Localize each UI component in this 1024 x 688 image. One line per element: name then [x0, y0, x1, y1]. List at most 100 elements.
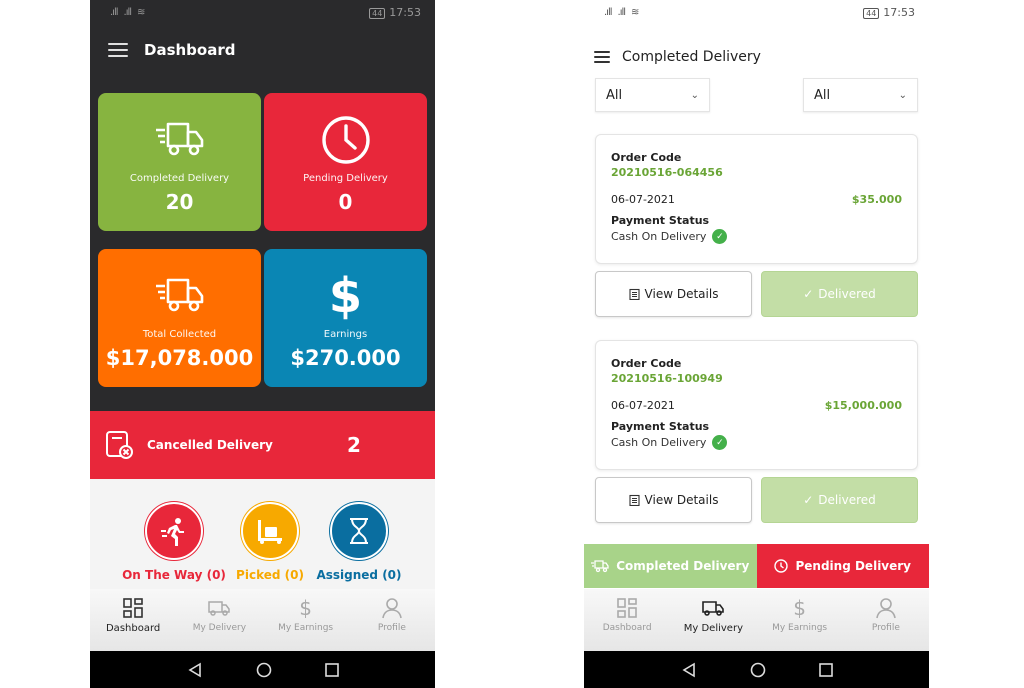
payment-method-text: Cash On Delivery	[611, 436, 707, 449]
user-icon	[876, 598, 896, 619]
bottom-nav: Dashboard My Delivery $ My Earnings Prof…	[90, 589, 435, 651]
tile-label: Pending Delivery	[303, 173, 388, 184]
tab-completed-delivery[interactable]: Completed Delivery	[584, 544, 757, 588]
nav-my-delivery[interactable]: My Delivery	[176, 589, 262, 651]
order-actions: View Details ✓ Delivered	[595, 271, 918, 317]
cancelled-count: 2	[347, 433, 361, 457]
filters: All ⌄ All ⌄	[595, 78, 918, 112]
truck-icon	[591, 560, 609, 573]
payment-method: Cash On Delivery ✓	[611, 229, 902, 244]
assigned-label: Assigned (0)	[316, 568, 402, 582]
page-title: Dashboard	[144, 41, 236, 59]
delivery-tabs: Completed Delivery Pending Delivery	[584, 544, 929, 588]
system-nav	[90, 651, 435, 688]
on-the-way-label: On The Way (0)	[122, 568, 226, 582]
truck-icon	[154, 271, 206, 321]
tab-pending-delivery[interactable]: Pending Delivery	[756, 544, 929, 588]
recents-icon[interactable]	[324, 662, 339, 677]
tile-pending-delivery[interactable]: Pending Delivery 0	[264, 93, 427, 231]
order-date: 06-07-2021	[611, 399, 675, 412]
recents-icon[interactable]	[818, 662, 833, 677]
home-icon[interactable]	[750, 662, 766, 678]
page-title: Completed Delivery	[622, 49, 761, 65]
order-card: Order Code 20210516-064456 06-07-2021 $3…	[595, 134, 918, 264]
grid-icon	[617, 598, 637, 618]
picked-label: Picked (0)	[236, 568, 304, 582]
order-amount: $35.000	[851, 193, 902, 206]
delivered-button[interactable]: ✓ Delivered	[761, 271, 918, 317]
nav-label: My Delivery	[683, 623, 743, 634]
chevron-down-icon: ⌄	[898, 89, 907, 101]
nav-label: Profile	[377, 623, 406, 633]
check-icon: ✓	[803, 493, 814, 507]
back-icon[interactable]	[681, 662, 697, 678]
on-the-way-button[interactable]	[145, 502, 203, 560]
dollar-icon: $	[793, 596, 806, 620]
nav-my-earnings[interactable]: $ My Earnings	[757, 589, 843, 651]
view-details-button[interactable]: View Details	[595, 271, 752, 317]
clock-icon	[321, 115, 371, 165]
package-cart-icon	[258, 520, 282, 544]
nav-label: Dashboard	[105, 623, 161, 634]
clock-time: 17:53	[883, 5, 915, 19]
picked-button[interactable]	[241, 502, 299, 560]
nav-label: My Earnings	[772, 623, 828, 633]
nav-my-delivery[interactable]: My Delivery	[670, 589, 756, 651]
clipboard-icon	[628, 494, 640, 506]
order-actions: View Details ✓ Delivered	[595, 477, 918, 523]
truck-icon	[208, 601, 231, 616]
filter-select-1[interactable]: All ⌄	[595, 78, 710, 112]
signal-icons: .ıll .ıll ≋	[604, 6, 639, 18]
status-bar: .ıll .ıll ≋ 44 17:53	[90, 0, 435, 24]
chevron-down-icon: ⌄	[690, 89, 699, 101]
tile-value: 0	[338, 190, 353, 214]
order-date: 06-07-2021	[611, 193, 675, 206]
assigned-button[interactable]	[330, 502, 388, 560]
nav-profile[interactable]: Profile	[843, 589, 929, 651]
nav-dashboard[interactable]: Dashboard	[90, 589, 176, 651]
running-icon	[161, 518, 184, 546]
check-icon: ✓	[803, 287, 814, 301]
hourglass-icon	[350, 518, 368, 544]
completed-delivery-screen: .ıll .ıll ≋ 44 17:53 Completed Delivery All…	[584, 0, 929, 688]
tile-earnings[interactable]: $ Earnings $270.000	[264, 249, 427, 387]
clock-time: 17:53	[389, 5, 421, 19]
delivered-label: Delivered	[818, 493, 876, 507]
app-header: Dashboard	[90, 24, 435, 76]
nav-my-earnings[interactable]: $ My Earnings	[263, 589, 349, 651]
check-icon: ✓	[712, 435, 728, 450]
nav-dashboard[interactable]: Dashboard	[584, 589, 670, 651]
nav-label: Profile	[871, 623, 900, 633]
menu-icon[interactable]	[108, 43, 128, 57]
truck-icon	[154, 115, 206, 165]
tile-value: $17,078.000	[105, 346, 254, 370]
tile-value: 20	[165, 190, 194, 214]
filter-value: All	[814, 87, 831, 103]
tab-label: Pending Delivery	[795, 559, 912, 573]
order-amount: $15,000.000	[824, 399, 902, 412]
signal-icons: .ıll .ıll ≋	[110, 6, 145, 18]
order-code: 20210516-100949	[611, 372, 723, 385]
nav-label: Dashboard	[602, 623, 652, 633]
home-icon[interactable]	[256, 662, 272, 678]
tile-completed-delivery[interactable]: Completed Delivery 20	[98, 93, 261, 231]
clipboard-icon	[628, 288, 640, 300]
delivered-button[interactable]: ✓ Delivered	[761, 477, 918, 523]
menu-icon[interactable]	[594, 51, 610, 63]
order-date-amount: 06-07-2021 $35.000	[611, 193, 902, 206]
tile-value: $270.000	[290, 346, 401, 370]
view-details-button[interactable]: View Details	[595, 477, 752, 523]
filter-value: All	[606, 87, 623, 103]
status-shortcuts: On The Way (0) Picked (0) Assigned (0)	[90, 479, 435, 589]
view-details-label: View Details	[644, 493, 719, 507]
cancelled-delivery-bar[interactable]: Cancelled Delivery 2	[90, 411, 435, 479]
status-right: 44 17:53	[863, 6, 915, 19]
nav-profile[interactable]: Profile	[349, 589, 435, 651]
back-icon[interactable]	[187, 662, 203, 678]
check-icon: ✓	[712, 229, 728, 244]
tile-total-collected[interactable]: Total Collected $17,078.000	[98, 249, 261, 387]
nav-label: My Delivery	[192, 623, 247, 633]
system-nav	[584, 651, 929, 688]
filter-select-2[interactable]: All ⌄	[803, 78, 918, 112]
truck-icon	[702, 601, 725, 616]
